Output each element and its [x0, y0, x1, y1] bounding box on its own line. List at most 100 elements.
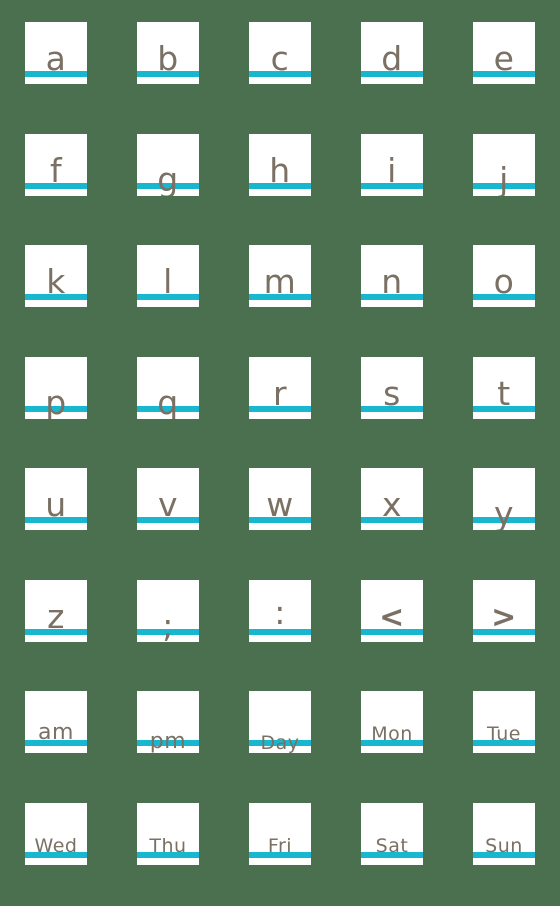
tile-letter-t[interactable]: t — [473, 357, 535, 419]
tile-letter-o[interactable]: o — [473, 245, 535, 307]
sticker-cell: y — [448, 460, 560, 572]
tile-letter-f[interactable]: f — [25, 134, 87, 196]
baseline-rule — [25, 294, 87, 300]
sticker-cell: i — [336, 126, 448, 238]
sticker-cell: e — [448, 14, 560, 126]
baseline-rule — [473, 852, 535, 858]
tile-letter-q[interactable]: q — [137, 357, 199, 419]
baseline-rule — [249, 294, 311, 300]
baseline-rule — [137, 71, 199, 77]
tile-letter-l[interactable]: l — [137, 245, 199, 307]
baseline-rule — [137, 406, 199, 412]
tile-colon[interactable]: : — [249, 580, 311, 642]
tile-letter-k[interactable]: k — [25, 245, 87, 307]
sticker-cell: > — [448, 572, 560, 684]
baseline-rule — [249, 629, 311, 635]
tile-letter-i[interactable]: i — [361, 134, 423, 196]
baseline-rule — [25, 517, 87, 523]
tile-fri[interactable]: Fri — [249, 803, 311, 865]
tile-letter-d[interactable]: d — [361, 22, 423, 84]
tile-wed[interactable]: Wed — [25, 803, 87, 865]
tile-letter-e[interactable]: e — [473, 22, 535, 84]
baseline-rule — [473, 517, 535, 523]
baseline-rule — [25, 406, 87, 412]
tile-semicolon[interactable]: ; — [137, 580, 199, 642]
tile-mon[interactable]: Mon — [361, 691, 423, 753]
baseline-rule — [137, 517, 199, 523]
baseline-rule — [137, 183, 199, 189]
tile-letter-c[interactable]: c — [249, 22, 311, 84]
tile-letter-g[interactable]: g — [137, 134, 199, 196]
baseline-rule — [25, 629, 87, 635]
baseline-rule — [361, 71, 423, 77]
sticker-cell: Sun — [448, 795, 560, 906]
tile-letter-j[interactable]: j — [473, 134, 535, 196]
sticker-grid: abcde fghij klmno pqrst uvwxy z;: < > ampm Day Mon… — [0, 0, 560, 896]
tile-letter-m[interactable]: m — [249, 245, 311, 307]
baseline-rule — [249, 406, 311, 412]
tile-am[interactable]: am — [25, 691, 87, 753]
sticker-cell: l — [112, 237, 224, 349]
sticker-cell: Day — [224, 683, 336, 795]
baseline-rule — [361, 629, 423, 635]
tile-less-than[interactable]: < — [361, 580, 423, 642]
sticker-cell: ; — [112, 572, 224, 684]
sticker-cell: h — [224, 126, 336, 238]
sticker-cell: v — [112, 460, 224, 572]
sticker-cell: d — [336, 14, 448, 126]
baseline-rule — [473, 629, 535, 635]
baseline-rule — [361, 740, 423, 746]
tile-letter-n[interactable]: n — [361, 245, 423, 307]
tile-letter-b[interactable]: b — [137, 22, 199, 84]
baseline-rule — [137, 294, 199, 300]
baseline-rule — [473, 740, 535, 746]
tile-letter-v[interactable]: v — [137, 468, 199, 530]
tile-letter-y[interactable]: y — [473, 468, 535, 530]
baseline-rule — [361, 406, 423, 412]
sticker-cell: Fri — [224, 795, 336, 906]
baseline-rule — [137, 629, 199, 635]
sticker-cell: f — [0, 126, 112, 238]
baseline-rule — [473, 294, 535, 300]
baseline-rule — [361, 294, 423, 300]
tile-letter-a[interactable]: a — [25, 22, 87, 84]
tile-letter-u[interactable]: u — [25, 468, 87, 530]
baseline-rule — [361, 517, 423, 523]
tile-letter-z[interactable]: z — [25, 580, 87, 642]
baseline-rule — [249, 183, 311, 189]
tile-letter-s[interactable]: s — [361, 357, 423, 419]
tile-sun[interactable]: Sun — [473, 803, 535, 865]
sticker-cell: b — [112, 14, 224, 126]
tile-thu[interactable]: Thu — [137, 803, 199, 865]
baseline-rule — [473, 406, 535, 412]
baseline-rule — [249, 852, 311, 858]
tile-greater-than[interactable]: > — [473, 580, 535, 642]
baseline-rule — [25, 71, 87, 77]
baseline-rule — [249, 517, 311, 523]
baseline-rule — [25, 740, 87, 746]
sticker-cell: s — [336, 349, 448, 461]
sticker-cell: Wed — [0, 795, 112, 906]
baseline-rule — [361, 852, 423, 858]
sticker-cell: x — [336, 460, 448, 572]
sticker-cell: w — [224, 460, 336, 572]
tile-day[interactable]: Day — [249, 691, 311, 753]
baseline-rule — [361, 183, 423, 189]
sticker-cell: c — [224, 14, 336, 126]
sticker-cell: k — [0, 237, 112, 349]
tile-sat[interactable]: Sat — [361, 803, 423, 865]
tile-letter-x[interactable]: x — [361, 468, 423, 530]
tile-tue[interactable]: Tue — [473, 691, 535, 753]
tile-letter-p[interactable]: p — [25, 357, 87, 419]
baseline-rule — [473, 71, 535, 77]
sticker-cell: Sat — [336, 795, 448, 906]
sticker-cell: Mon — [336, 683, 448, 795]
sticker-cell: q — [112, 349, 224, 461]
tile-letter-r[interactable]: r — [249, 357, 311, 419]
tile-pm[interactable]: pm — [137, 691, 199, 753]
tile-letter-h[interactable]: h — [249, 134, 311, 196]
baseline-rule — [473, 183, 535, 189]
sticker-cell: Thu — [112, 795, 224, 906]
sticker-cell: o — [448, 237, 560, 349]
tile-letter-w[interactable]: w — [249, 468, 311, 530]
